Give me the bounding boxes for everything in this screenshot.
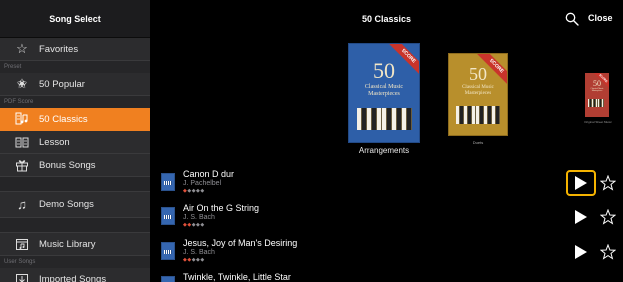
song-row[interactable]: Twinkle, Twinkle, Little Star <box>150 270 623 282</box>
song-title: Canon D dur <box>183 169 235 179</box>
sidebar-item-label: Bonus Songs <box>39 159 96 171</box>
search-icon[interactable] <box>565 12 579 26</box>
sidebar-item-50-classics[interactable]: 50 Classics <box>0 108 150 131</box>
piano-keys-illustration <box>357 108 412 130</box>
sidebar-item-imported-songs[interactable]: Imported Songs <box>0 268 150 282</box>
sidebar-title: Song Select <box>0 0 150 38</box>
difficulty-rating: ◆◆◆◆◆ <box>183 257 205 263</box>
sidebar-item-lesson[interactable]: Lesson <box>0 131 150 154</box>
song-composer: J. Pachelbel <box>183 180 222 187</box>
sidebar-item-favorites[interactable]: ☆ Favorites <box>0 38 150 61</box>
sidebar-item-label: Demo Songs <box>39 199 94 210</box>
cover-number: 50 <box>373 58 395 83</box>
piano-keys-illustration <box>588 99 604 107</box>
sidebar-item-label: Favorites <box>39 43 79 55</box>
favorite-toggle[interactable] <box>599 174 617 191</box>
star-outline-icon: ☆ <box>16 41 28 56</box>
song-title: Jesus, Joy of Man's Desiring <box>183 238 298 248</box>
book-label: Arrangements <box>358 146 410 155</box>
sidebar-item-label: Imported Songs <box>39 273 107 282</box>
book-cover-arrangements[interactable]: SCORE 50 Classical Music Masterpieces <box>348 43 420 143</box>
sidebar-item-music-library[interactable]: Music Library <box>0 233 150 256</box>
play-button[interactable] <box>566 204 596 230</box>
song-row[interactable]: Jesus, Joy of Man's Desiring J. S. Bach … <box>150 237 623 269</box>
section-label-pdf-score: PDF Score <box>0 96 150 108</box>
top-bar: 50 Classics Close <box>150 0 623 38</box>
song-title: Air On the G String <box>183 203 260 213</box>
sidebar: Song Select ☆ Favorites Preset ✬ 50 Popu… <box>0 0 150 282</box>
sidebar-divider <box>0 177 150 192</box>
sidebar-item-demo-songs[interactable]: ♫ Demo Songs <box>0 192 150 218</box>
song-composer: J. S. Bach <box>183 249 215 256</box>
section-label-user-songs: User Songs <box>0 256 150 268</box>
cover-number: 50 <box>593 79 601 88</box>
lesson-book-icon <box>14 134 30 150</box>
favorite-toggle[interactable] <box>599 243 617 260</box>
difficulty-rating: ◆◆◆◆◆ <box>183 222 205 228</box>
play-button[interactable] <box>566 170 596 196</box>
score-icon <box>14 111 30 127</box>
song-composer: J. S. Bach <box>183 214 215 221</box>
sidebar-item-50-popular[interactable]: ✬ 50 Popular <box>0 73 150 96</box>
sidebar-item-label: 50 Classics <box>39 113 88 125</box>
star-outline-icon <box>599 208 617 225</box>
gift-icon <box>14 157 30 173</box>
song-row[interactable]: Air On the G String J. S. Bach ◆◆◆◆◆ <box>150 202 623 234</box>
cover-subtitle: Classical Music Masterpieces <box>364 84 404 97</box>
cover-subtitle: Classical Music Masterpieces <box>590 88 604 93</box>
star-shield-icon: ✬ <box>16 76 28 91</box>
song-title: Twinkle, Twinkle, Little Star <box>183 272 291 282</box>
main-panel: 50 Classics Close SCORE 50 Classical Mus… <box>150 0 623 282</box>
page-title: 50 Classics <box>361 14 412 24</box>
play-icon <box>575 245 587 259</box>
sidebar-divider <box>0 218 150 233</box>
song-thumbnail <box>161 207 175 225</box>
favorite-toggle[interactable] <box>599 208 617 225</box>
song-thumbnail <box>161 276 175 282</box>
music-library-icon <box>14 236 30 252</box>
play-icon <box>575 176 587 190</box>
book-caption: Original Sheet Music <box>584 120 612 124</box>
sidebar-item-bonus-songs[interactable]: Bonus Songs <box>0 154 150 177</box>
star-outline-icon <box>599 174 617 191</box>
book-caption: Duets <box>472 140 484 145</box>
song-thumbnail <box>161 173 175 191</box>
star-outline-icon <box>599 243 617 260</box>
cover-number: 50 <box>469 64 487 84</box>
book-cover-duets[interactable]: SCORE 50 Classical Music Masterpieces <box>448 53 508 136</box>
import-icon <box>14 271 30 282</box>
play-icon <box>575 210 587 224</box>
song-row[interactable]: Canon D dur J. Pachelbel ◆◆◆◆◆ <box>150 168 623 200</box>
sidebar-item-label: Lesson <box>39 136 70 148</box>
section-label-preset: Preset <box>0 61 150 73</box>
song-thumbnail <box>161 242 175 260</box>
sidebar-item-label: 50 Popular <box>39 78 85 90</box>
sidebar-item-label: Music Library <box>39 238 96 250</box>
music-notes-icon: ♫ <box>17 197 27 212</box>
cover-subtitle: Classical Music Masterpieces <box>462 85 494 96</box>
piano-keys-illustration <box>456 106 500 124</box>
book-cover-original[interactable]: SCORE 50 Classical Music Masterpieces <box>585 73 609 117</box>
close-button[interactable]: Close <box>588 13 613 23</box>
difficulty-rating: ◆◆◆◆◆ <box>183 188 205 194</box>
play-button[interactable] <box>566 239 596 265</box>
